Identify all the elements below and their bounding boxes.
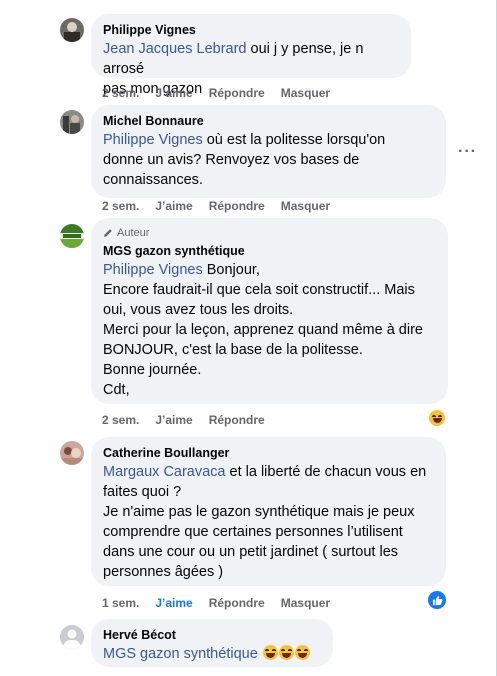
comment-text: Philippe Vignes Bonjour, Encore faudrait-… (103, 262, 423, 398)
comment-bubble: Philippe Vignes Jean Jacques Lebrard oui… (91, 14, 411, 97)
reply-button[interactable]: Répondre (209, 86, 265, 100)
mention-link[interactable]: Philippe Vignes (103, 132, 203, 148)
comment-actions: 2 sem. J’aime Répondre (102, 412, 281, 428)
laughing-emoji-icon (278, 645, 294, 660)
avatar[interactable] (60, 441, 84, 465)
hide-button[interactable]: Masquer (281, 86, 330, 100)
pencil-icon (104, 229, 112, 237)
comment-bubble: Michel Bonnaure Philippe Vignes où est l… (91, 105, 446, 198)
comment-author[interactable]: Catherine Boullanger (103, 445, 434, 461)
avatar[interactable] (60, 224, 84, 248)
comment-text: Margaux Caravaca et la liberté de chacun… (103, 464, 427, 580)
comment-time[interactable]: 2 sem. (102, 199, 139, 213)
laughing-emoji-icon (294, 645, 310, 660)
laughing-emoji-icon (262, 645, 278, 660)
more-options-icon[interactable]: ··· (458, 143, 477, 161)
avatar[interactable] (60, 18, 84, 42)
haha-reaction-icon[interactable] (428, 409, 446, 427)
reply-button[interactable]: Répondre (209, 413, 265, 427)
comment-text: Philippe Vignes où est la politesse lors… (103, 132, 386, 188)
like-button[interactable]: J’aime (155, 199, 192, 213)
comments-thread: Philippe Vignes Jean Jacques Lebrard oui… (0, 0, 497, 676)
comment-time[interactable]: 2 sem. (102, 413, 139, 427)
comment-actions: 1 sem. J’aime Répondre Masquer (102, 595, 346, 611)
like-reaction-icon[interactable] (428, 591, 446, 609)
like-button[interactable]: J’aime (155, 596, 192, 610)
comment-author[interactable]: Philippe Vignes (103, 22, 399, 38)
mention-link[interactable]: Margaux Caravaca (103, 464, 226, 480)
mention-link[interactable]: Philippe Vignes (103, 262, 203, 278)
comment-actions: 2 sem. J’aime Répondre Masquer (102, 85, 346, 101)
comment-bubble: Catherine Boullanger Margaux Caravaca et… (91, 437, 446, 586)
author-badge-label: Auteur (117, 227, 150, 239)
comment-text: MGS gazon synthétique (103, 644, 321, 664)
like-button[interactable]: J’aime (155, 413, 192, 427)
hide-button[interactable]: Masquer (281, 596, 330, 610)
comment-author[interactable]: Michel Bonnaure (103, 113, 434, 129)
comment-author[interactable]: MGS gazon synthétique (103, 243, 436, 259)
comment-actions: 2 sem. J’aime Répondre Masquer (102, 198, 346, 214)
comment-time[interactable]: 1 sem. (102, 596, 139, 610)
avatar[interactable] (60, 625, 84, 649)
mention-link[interactable]: MGS gazon synthétique (103, 646, 258, 662)
comment-author[interactable]: Hervé Bécot (103, 627, 321, 643)
avatar[interactable] (60, 110, 84, 134)
mention-link[interactable]: Jean Jacques Lebrard (103, 41, 247, 57)
reply-button[interactable]: Répondre (209, 199, 265, 213)
comment-bubble: Hervé Bécot MGS gazon synthétique (91, 619, 333, 667)
comment-time[interactable]: 2 sem. (102, 86, 139, 100)
author-badge: Auteur (103, 226, 436, 240)
reply-button[interactable]: Répondre (209, 596, 265, 610)
hide-button[interactable]: Masquer (281, 199, 330, 213)
like-button[interactable]: J’aime (155, 86, 192, 100)
comment-bubble: Auteur MGS gazon synthétique Philippe Vi… (91, 218, 448, 404)
